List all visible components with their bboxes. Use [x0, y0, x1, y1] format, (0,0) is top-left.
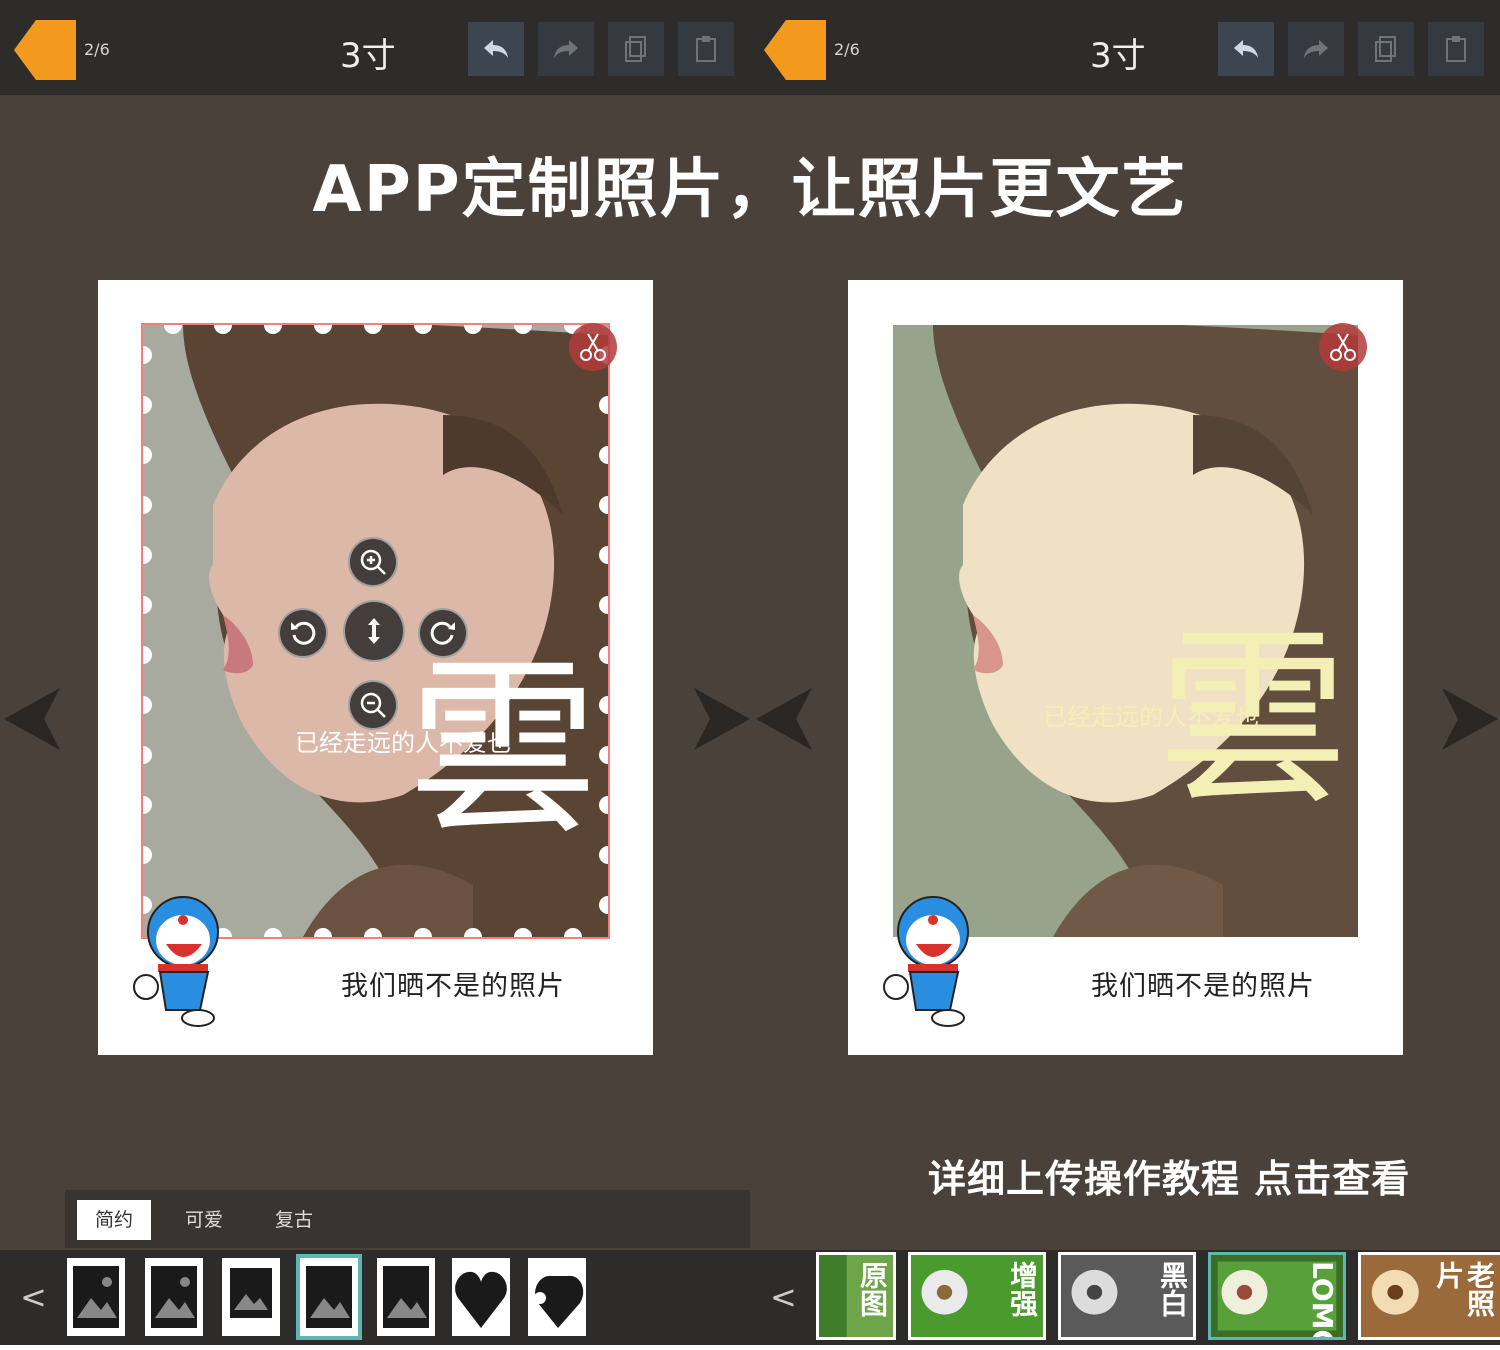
strip-prev-button[interactable]: < [20, 1278, 47, 1316]
zoom-out-button[interactable] [348, 680, 398, 730]
photo-canvas[interactable]: 雲 已经走远的人不爱也 [893, 325, 1358, 937]
overlay-text-line: 已经走远的人不爱也 [1043, 703, 1259, 731]
doraemon-sticker[interactable] [128, 892, 228, 1027]
redo-button[interactable] [538, 22, 594, 76]
move-icon [368, 618, 380, 644]
next-photo-arrow-icon[interactable] [694, 688, 750, 750]
copy-icon [625, 36, 646, 62]
photo-caption: 我们晒不是的照片 [1091, 971, 1315, 1002]
copy-icon [1375, 36, 1396, 62]
paste-icon [1446, 36, 1466, 62]
copy-button[interactable] [1358, 22, 1414, 76]
print-size-title: 3寸 [1090, 36, 1146, 76]
move-button[interactable] [343, 600, 405, 662]
frame-thumbnail-heart[interactable] [528, 1258, 586, 1336]
filter-lomo[interactable]: LOMO [1208, 1252, 1346, 1340]
strip-prev-button[interactable]: < [770, 1278, 797, 1316]
overlay-text-line: 已经走远的人不爱也 [295, 729, 511, 757]
frame-thumbnail[interactable] [145, 1258, 203, 1336]
page-indicator: 2/6 [84, 40, 110, 59]
undo-icon [484, 40, 508, 58]
top-toolbar: 2/6 3寸 [750, 0, 1500, 95]
doraemon-sticker[interactable] [878, 892, 978, 1027]
photo-card: 雲 已经走远的人不爱也 我们晒不是的照片 [98, 280, 653, 1055]
photo-card: 雲 已经走远的人不爱也 我们晒不是的照片 [848, 280, 1403, 1055]
back-arrow-icon[interactable] [14, 20, 76, 80]
zoom-out-icon [360, 692, 386, 718]
frame-thumbnail[interactable] [222, 1258, 280, 1336]
prev-photo-arrow-icon[interactable] [4, 688, 60, 750]
top-toolbar: 2/6 3寸 [0, 0, 750, 95]
zoom-in-button[interactable] [348, 537, 398, 587]
tab-simple[interactable]: 简约 [77, 1200, 152, 1240]
zoom-in-icon [360, 549, 386, 575]
copy-button[interactable] [608, 22, 664, 76]
tab-cute[interactable]: 可爱 [167, 1200, 241, 1240]
print-size-title: 3寸 [340, 36, 396, 76]
rotate-right-icon [430, 621, 455, 645]
scissors-icon[interactable] [1318, 322, 1368, 372]
promo-headline: APP定制照片，让照片更文艺 [312, 153, 1188, 227]
undo-icon [1234, 40, 1258, 58]
tutorial-link[interactable]: 详细上传操作教程 点击查看 [928, 1148, 1410, 1203]
frame-thumbnail[interactable] [377, 1258, 435, 1336]
redo-icon [554, 40, 578, 58]
tab-retro[interactable]: 复古 [257, 1200, 331, 1240]
scissors-icon[interactable] [568, 322, 618, 372]
filter-black-white[interactable]: 黑白 [1058, 1252, 1196, 1340]
redo-icon [1304, 40, 1328, 58]
redo-button[interactable] [1288, 22, 1344, 76]
filter-original[interactable]: 原图 [816, 1252, 896, 1340]
frame-thumbnail[interactable] [67, 1258, 125, 1336]
rotate-left-button[interactable] [278, 608, 328, 658]
page-indicator: 2/6 [834, 40, 860, 59]
undo-button[interactable] [1218, 22, 1274, 76]
paste-button[interactable] [678, 22, 734, 76]
photo-caption: 我们晒不是的照片 [341, 971, 565, 1002]
rotate-right-button[interactable] [418, 608, 468, 658]
frame-thumbnail-heart[interactable] [452, 1258, 510, 1336]
rotate-left-icon [291, 621, 316, 645]
prev-photo-arrow-icon[interactable] [756, 688, 812, 750]
frame-style-tabs: 简约 可爱 复古 [65, 1190, 750, 1248]
back-arrow-icon[interactable] [764, 20, 826, 80]
photo-canvas[interactable]: 雲 已经走远的人不爱也 [141, 323, 610, 939]
frame-thumbnail-selected[interactable] [296, 1254, 362, 1340]
next-photo-arrow-icon[interactable] [1442, 688, 1498, 750]
filter-old-photo[interactable]: 老照片 [1358, 1252, 1500, 1340]
filter-enhance[interactable]: 增强 [908, 1252, 1046, 1340]
paste-icon [696, 36, 716, 62]
undo-button[interactable] [468, 22, 524, 76]
paste-button[interactable] [1428, 22, 1484, 76]
